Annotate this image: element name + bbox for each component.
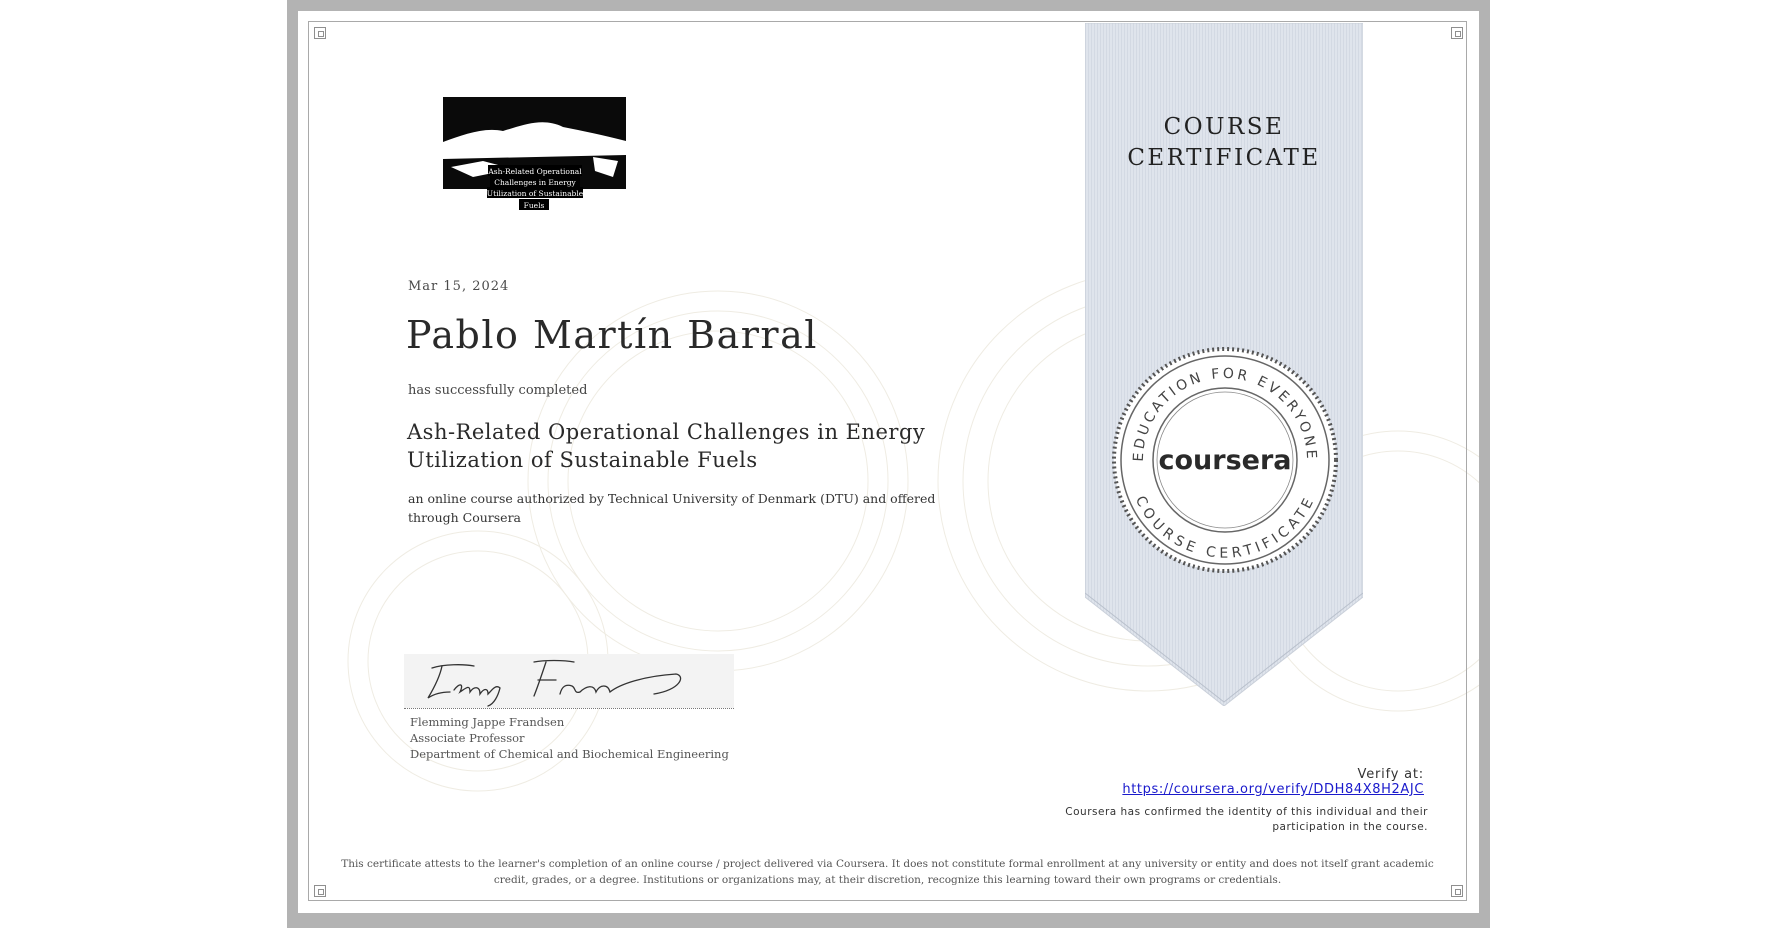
svg-text:Challenges in Energy: Challenges in Energy [494,178,576,187]
recipient-name: Pablo Martín Barral [406,313,818,357]
attestation-footer: This certificate attests to the learner'… [341,858,1434,886]
course-logo: Ash-Related Operational Challenges in En… [443,97,626,210]
verify-label: Verify at: [1357,767,1424,782]
svg-text:Fuels: Fuels [524,201,545,210]
svg-text:Utilization of Sustainable: Utilization of Sustainable [487,189,584,198]
coursera-seal: EDUCATION FOR EVERYONE COURSE CERTIFICAT… [1112,347,1338,573]
issue-date: Mar 15, 2024 [408,279,510,294]
signer-title: Associate Professor [410,731,525,745]
completed-text: has successfully completed [408,383,588,398]
course-title: Ash-Related Operational Challenges in En… [407,420,926,472]
signer-department: Department of Chemical and Biochemical E… [410,747,729,761]
signer-name: Flemming Jappe Frandsen [410,715,565,729]
ribbon-title-line2: CERTIFICATE [1127,145,1321,171]
identity-confirmation: Coursera has confirmed the identity of t… [1065,806,1428,833]
corner-ornament [1451,885,1463,897]
signature-line [404,708,734,709]
ribbon-title-line1: COURSE [1163,114,1285,140]
verify-link[interactable]: https://coursera.org/verify/DDH84X8H2AJC [1122,782,1424,797]
authorization-text: an online course authorized by Technical… [408,491,936,525]
corner-ornament [314,27,326,39]
svg-text:Ash-Related Operational: Ash-Related Operational [487,167,582,176]
seal-brand: coursera [1158,445,1291,476]
corner-ornament [1451,27,1463,39]
signer-block: Flemming Jappe Frandsen Associate Profes… [410,714,729,762]
signature-image [404,654,734,708]
corner-ornament [314,885,326,897]
